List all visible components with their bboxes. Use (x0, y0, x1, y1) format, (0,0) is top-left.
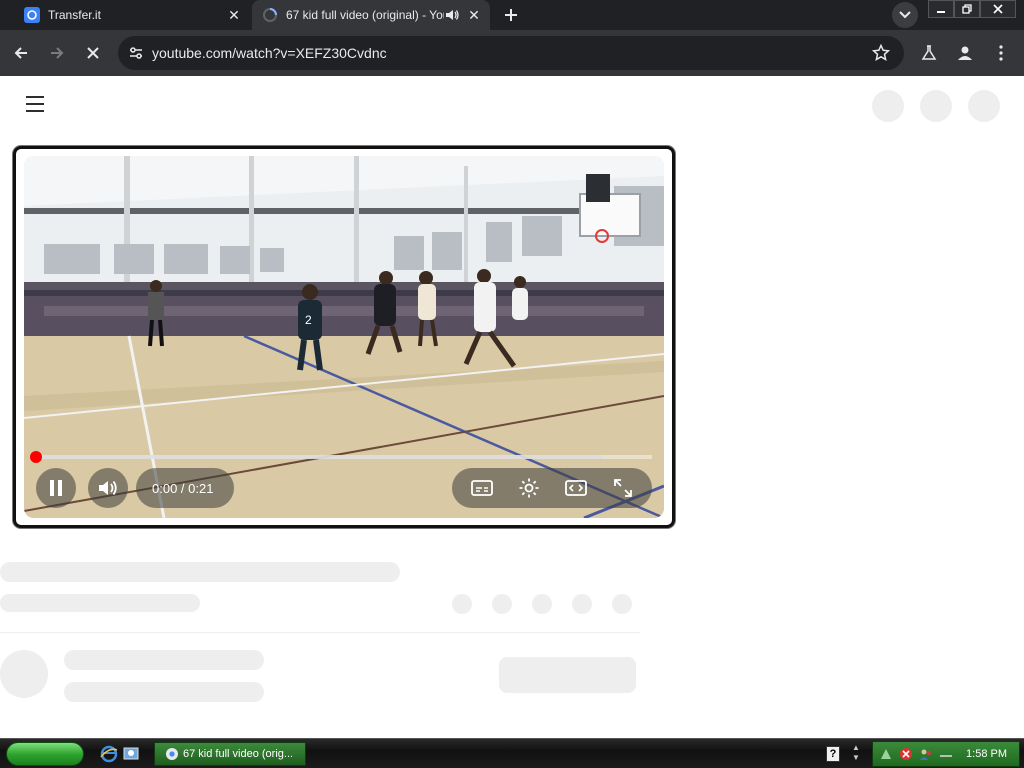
pause-icon (50, 480, 62, 496)
tab-title: Transfer.it (48, 8, 101, 22)
url-text: youtube.com/watch?v=XEFZ30Cvdnc (152, 45, 387, 61)
tray-expand-arrows-icon[interactable]: ▲ ▼ (850, 743, 862, 765)
show-desktop-icon[interactable] (122, 745, 140, 763)
site-info-tune-icon[interactable] (126, 43, 146, 63)
jersey-number: 2 (305, 313, 312, 327)
browser-toolbar: youtube.com/watch?v=XEFZ30Cvdnc (0, 30, 1024, 76)
settings-gear-icon[interactable] (517, 476, 541, 500)
volume-tray-icon[interactable] (939, 747, 953, 761)
tab-search-chevron-down-icon[interactable] (892, 2, 918, 28)
window-minimize-icon[interactable] (928, 0, 954, 18)
windows-taskbar: 67 kid full video (orig... ? ▲ ▼ 1:58 PM (0, 738, 1024, 768)
taskbar-window-label: 67 kid full video (orig... (183, 748, 294, 760)
action-placeholder-dot (532, 594, 552, 614)
header-placeholder-circle (872, 90, 904, 122)
back-arrow-icon[interactable] (6, 38, 36, 68)
chrome-icon (166, 748, 178, 760)
action-placeholder-dot (612, 594, 632, 614)
divider (0, 632, 640, 633)
action-placeholder-dot (452, 594, 472, 614)
video-player[interactable]: 2 0:00 / 0:21 (24, 156, 664, 518)
subtitle-placeholder (0, 594, 200, 612)
users-icon[interactable] (919, 747, 933, 761)
browser-tab-strip: Transfer.it ✕ 67 kid full video (origina… (0, 0, 1024, 30)
tab-youtube-video[interactable]: 67 kid full video (original) - YouTube ✕ (252, 0, 490, 30)
window-restore-icon[interactable] (954, 0, 980, 18)
header-placeholder-circle (920, 90, 952, 122)
volume-icon (99, 480, 117, 496)
progress-scrubber-handle[interactable] (30, 451, 42, 463)
security-alert-shield-icon[interactable] (899, 747, 913, 761)
tab-close-icon[interactable]: ✕ (226, 7, 242, 23)
clock: 1:58 PM (966, 748, 1007, 760)
forward-arrow-icon[interactable] (42, 38, 72, 68)
internet-explorer-icon[interactable] (100, 745, 118, 763)
progress-bar[interactable] (36, 455, 652, 459)
kebab-menu-icon[interactable] (988, 40, 1014, 66)
labs-flask-icon[interactable] (916, 40, 942, 66)
title-placeholder (0, 562, 400, 582)
basketball-gym-scene: 2 (24, 156, 664, 518)
audio-playing-icon[interactable] (444, 7, 460, 23)
fullscreen-icon[interactable] (611, 476, 635, 500)
tab-title: 67 kid full video (original) - YouTube (286, 8, 444, 22)
window-close-icon[interactable] (980, 0, 1016, 18)
tab-transfer-it[interactable]: Transfer.it ✕ (14, 0, 250, 30)
start-button[interactable] (6, 742, 84, 766)
profile-avatar-icon[interactable] (952, 40, 978, 66)
player-white (512, 276, 528, 320)
action-placeholder-dot (492, 594, 512, 614)
tab-close-icon[interactable]: ✕ (466, 7, 482, 23)
pause-button[interactable] (36, 468, 76, 508)
address-bar[interactable]: youtube.com/watch?v=XEFZ30Cvdnc (118, 36, 904, 70)
subscribe-button-placeholder (499, 657, 636, 693)
player-right-controls (452, 468, 652, 508)
network-icon[interactable] (879, 747, 893, 761)
channel-meta-placeholder (64, 682, 264, 702)
taskbar-chrome-window[interactable]: 67 kid full video (orig... (154, 742, 306, 766)
system-tray: 1:58 PM (872, 741, 1020, 767)
time-display: 0:00 / 0:21 (136, 468, 234, 508)
channel-avatar-placeholder (0, 650, 48, 698)
volume-button[interactable] (88, 468, 128, 508)
subtitles-icon[interactable] (470, 476, 494, 500)
action-placeholder-dot (572, 594, 592, 614)
hamburger-menu-icon[interactable] (24, 94, 48, 114)
header-placeholder-circle (968, 90, 1000, 122)
youtube-watch-page: 2 0:00 / 0:21 (0, 76, 1024, 738)
bookmark-star-icon[interactable] (872, 44, 890, 62)
progress-buffered (36, 455, 603, 459)
transfer-it-favicon-icon (24, 7, 40, 23)
loading-spinner-icon (263, 8, 277, 22)
theater-mode-icon[interactable] (564, 476, 588, 500)
new-tab-plus-icon[interactable] (500, 4, 522, 26)
channel-name-placeholder (64, 650, 264, 670)
help-icon[interactable]: ? (826, 746, 840, 762)
stop-loading-icon[interactable] (78, 38, 108, 68)
